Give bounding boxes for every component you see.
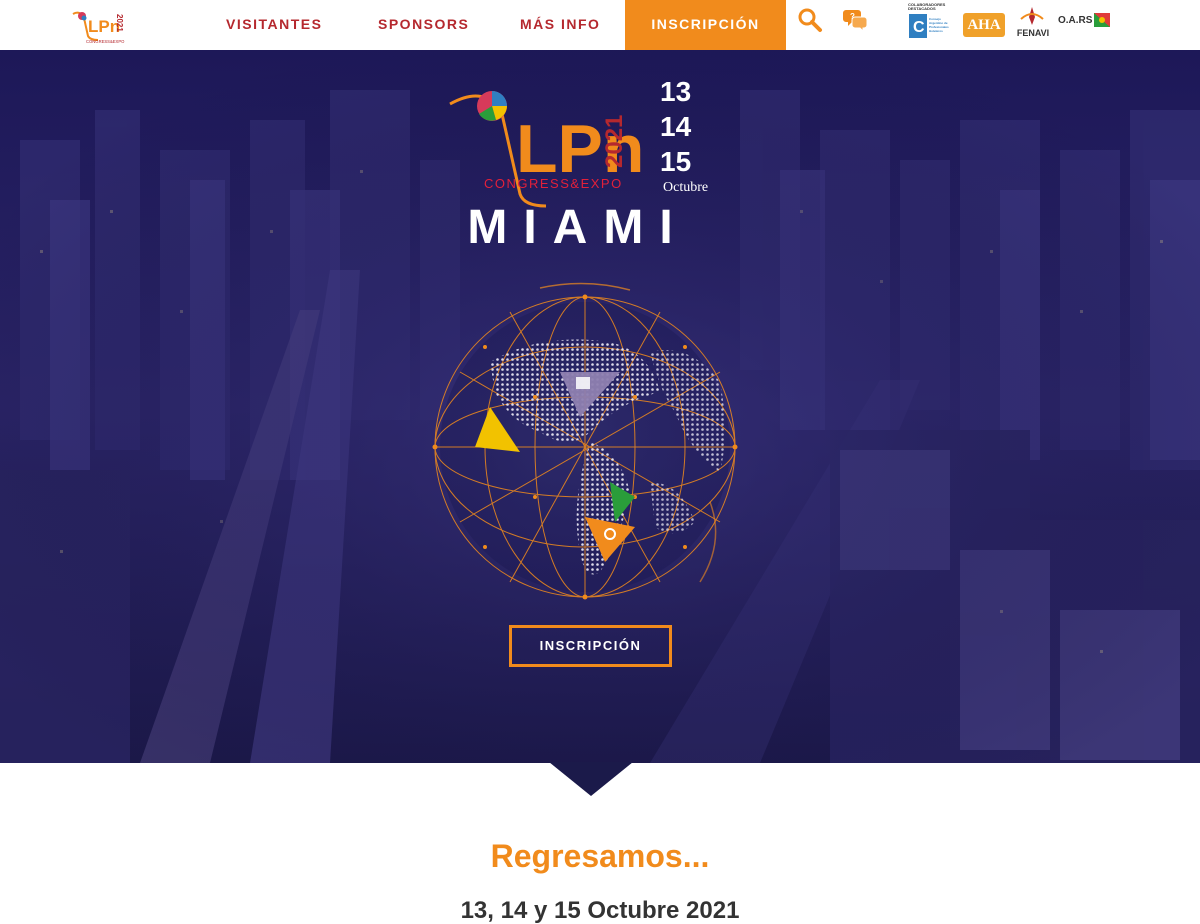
date-day-2: 14 xyxy=(660,111,692,142)
partner-logos: COLABORADORES DESTACADOS C Consejo Argen… xyxy=(908,3,1118,47)
city-title: MIAMI xyxy=(467,201,689,254)
nav-inscripcion-button[interactable]: INSCRIPCIÓN xyxy=(625,0,786,50)
section-subheadline: 13, 14 y 15 Octubre 2021 xyxy=(460,897,740,924)
colegio-logo[interactable]: COLABORADORES DESTACADOS C Consejo Argen… xyxy=(908,3,954,47)
section-headline: Regresamos... xyxy=(490,838,710,874)
chat-bubbles-icon[interactable]: ? xyxy=(842,6,870,34)
svg-text:?: ? xyxy=(850,12,855,21)
fenavi-logo-text: FENAVI xyxy=(1016,28,1050,38)
oars-logo[interactable]: O.A.RS xyxy=(1058,3,1113,47)
search-icon[interactable] xyxy=(796,6,824,34)
hero-logo-year: 2021 xyxy=(601,115,628,168)
partners-caption: COLABORADORES DESTACADOS xyxy=(908,2,946,11)
hero-section: LPn 2021 CONGRESS&EXPO 13 14 15 Octubre … xyxy=(0,50,1200,763)
nav-logo[interactable]: LPn 2021 CONGRESS&EXPO xyxy=(70,8,126,46)
nav-logo-year: 2021 xyxy=(115,14,124,32)
hero-inscripcion-button[interactable]: INSCRIPCIÓN xyxy=(509,625,672,667)
fenavi-logo[interactable]: FENAVI xyxy=(1013,3,1053,47)
globe-illustration xyxy=(432,282,738,600)
nav-logo-tagline: CONGRESS&EXPO xyxy=(86,39,125,44)
date-month: Octubre xyxy=(663,180,709,195)
nav-link-mas-info[interactable]: MÁS INFO xyxy=(520,0,600,50)
aha-logo-text: AHA xyxy=(963,13,1005,37)
aha-logo[interactable]: AHA xyxy=(963,3,1005,47)
nav-link-sponsors[interactable]: SPONSORS xyxy=(378,0,469,50)
oars-logo-text: O.A.RS xyxy=(1058,15,1093,26)
date-day-1: 13 xyxy=(660,76,692,107)
hero-logo-tagline: CONGRESS&EXPO xyxy=(484,176,623,191)
colegio-logo-text: Consejo Argentino de Profesionales Hotel… xyxy=(929,17,949,33)
top-navigation: LPn 2021 CONGRESS&EXPO VISITANTES SPONSO… xyxy=(0,0,1200,50)
nav-link-visitantes[interactable]: VISITANTES xyxy=(226,0,322,50)
date-day-3: 15 xyxy=(660,146,692,177)
svg-text:C: C xyxy=(913,19,925,36)
event-dates: 13 14 15 Octubre xyxy=(660,74,720,196)
section-divider-arrow xyxy=(549,762,633,796)
